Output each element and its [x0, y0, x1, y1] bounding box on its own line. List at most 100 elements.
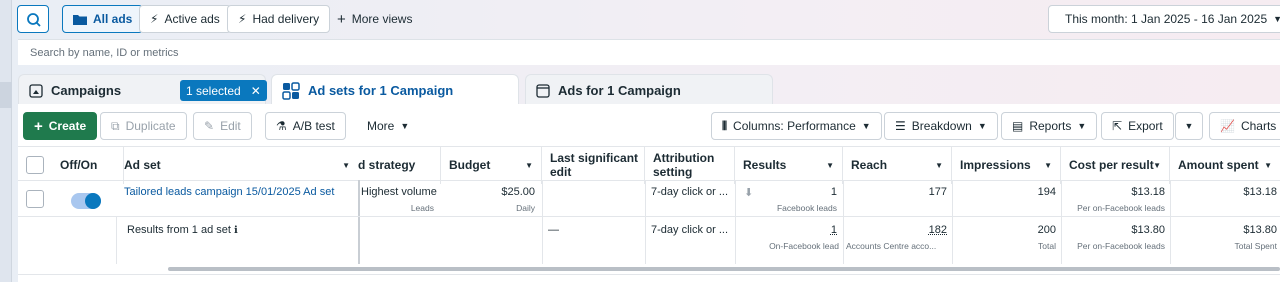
sort-caret-icon: ▼	[1044, 161, 1052, 170]
chevron-down-icon: ▼	[1184, 121, 1194, 131]
toggle-knob	[85, 193, 101, 209]
reach-value: 177	[928, 186, 947, 198]
tab-ad-sets[interactable]: Ad sets for 1 Campaign	[271, 74, 519, 106]
column-header-results[interactable]: Results ▼	[735, 146, 843, 184]
column-header-bid-strategy[interactable]: d strategy	[358, 146, 441, 184]
summary-reach-value: 182	[928, 224, 947, 236]
ad-set-name-link[interactable]: Tailored leads campaign 15/01/2025 Ad se…	[124, 186, 334, 198]
ab-test-button[interactable]: ⚗ A/B test	[265, 112, 346, 140]
sort-caret-icon: ▼	[525, 161, 533, 170]
sort-caret-icon: ▼	[342, 161, 350, 170]
chart-icon: 📈	[1220, 119, 1235, 133]
summary-amount-spent-value: $13.80	[1243, 224, 1277, 236]
column-header-impressions[interactable]: Impressions ▼	[952, 146, 1061, 184]
column-header-off-on[interactable]: Off/On	[52, 146, 124, 184]
budget-header-label: Budget	[449, 158, 491, 172]
sort-caret-icon: ▼	[1153, 161, 1161, 170]
results-value: 1	[830, 186, 837, 198]
column-header-attribution[interactable]: Attribution setting	[645, 146, 735, 184]
more-views-button[interactable]: + More views	[326, 5, 423, 33]
frozen-column-divider	[358, 180, 360, 264]
column-divider	[116, 216, 117, 264]
selected-badge-label: 1 selected	[186, 83, 241, 98]
campaign-folder-icon	[29, 83, 43, 98]
had-delivery-label: Had delivery	[252, 12, 320, 26]
charts-label: Charts	[1240, 119, 1277, 133]
row-border	[18, 216, 1280, 217]
summary-label-text: Results from 1 ad set	[127, 224, 231, 236]
export-label: Export	[1128, 119, 1163, 133]
all-ads-label: All ads	[93, 12, 133, 26]
summary-impressions-sub: Total	[1038, 241, 1056, 251]
export-icon: ⇱	[1112, 119, 1123, 133]
sort-caret-icon: ▼	[826, 161, 834, 170]
active-ads-button[interactable]: ⚡ Active ads	[139, 5, 231, 33]
column-header-ad-set[interactable]: Ad set ▼	[116, 146, 358, 184]
ad-sets-panel: + Create ⧉ Duplicate ✎ Edit ⚗ A/B test M…	[18, 104, 1280, 282]
info-icon[interactable]: ℹ	[234, 225, 238, 236]
tab-ad-sets-label: Ad sets for 1 Campaign	[308, 83, 454, 98]
attribution-header-line1: Attribution	[653, 151, 715, 165]
had-delivery-button[interactable]: ⚡ Had delivery	[227, 5, 331, 33]
row-checkbox[interactable]	[26, 190, 44, 208]
create-label: Create	[48, 119, 87, 133]
active-ads-label: Active ads	[164, 12, 220, 26]
edit-button[interactable]: ✎ Edit	[193, 112, 252, 140]
ad-set-toggle[interactable]	[71, 193, 101, 209]
duplicate-button[interactable]: ⧉ Duplicate	[100, 112, 187, 140]
summary-impressions-value: 200	[1037, 224, 1056, 236]
chevron-down-icon: ▼	[1273, 14, 1280, 24]
breakdown-button[interactable]: ☰ Breakdown ▼	[884, 112, 998, 140]
date-range-label: This month: 1 Jan 2025 - 16 Jan 2025	[1065, 12, 1268, 26]
impressions-header-label: Impressions	[960, 158, 1031, 172]
cost-per-result-value: $13.18	[1131, 186, 1165, 198]
more-views-label: More views	[351, 12, 413, 26]
column-header-reach[interactable]: Reach ▼	[843, 146, 952, 184]
breakdown-icon: ☰	[895, 119, 906, 133]
export-dropdown-button[interactable]: ▼	[1175, 112, 1203, 140]
column-header-budget[interactable]: Budget ▼	[441, 146, 542, 184]
all-ads-button[interactable]: All ads	[62, 5, 144, 33]
summary-label: Results from 1 ad set ℹ	[127, 224, 238, 236]
off-on-header-label: Off/On	[60, 158, 98, 172]
create-button[interactable]: + Create	[23, 112, 98, 140]
select-all-checkbox[interactable]	[26, 156, 44, 174]
search-input[interactable]: Search by name, ID or metrics	[18, 39, 1280, 65]
horizontal-scrollbar[interactable]	[168, 267, 1280, 271]
ab-test-label: A/B test	[292, 119, 335, 133]
close-icon[interactable]: ✕	[251, 84, 261, 98]
summary-attribution: 7-day click or ...	[651, 224, 729, 236]
export-button[interactable]: ⇱ Export	[1101, 112, 1174, 140]
column-header-cost-per-result[interactable]: Cost per result ▼	[1061, 146, 1170, 184]
flask-icon: ⚗	[276, 119, 287, 133]
attribution-value: 7-day click or ...	[651, 186, 729, 198]
tab-campaigns-label: Campaigns	[51, 83, 122, 98]
results-header-label: Results	[743, 158, 787, 172]
reports-button[interactable]: ▤ Reports ▼	[1001, 112, 1098, 140]
search-toggle-button[interactable]	[17, 5, 49, 33]
lightning-icon: ⚡	[238, 12, 247, 26]
columns-button[interactable]: ⫴ Columns: Performance ▼	[711, 112, 882, 140]
date-range-picker[interactable]: This month: 1 Jan 2025 - 16 Jan 2025 ▼	[1048, 5, 1280, 33]
columns-label: Columns: Performance	[733, 119, 856, 133]
summary-amount-spent-sub: Total Spent	[1234, 241, 1277, 251]
breakdown-label: Breakdown	[911, 119, 972, 133]
chevron-down-icon: ▼	[977, 121, 987, 131]
reports-icon: ▤	[1012, 119, 1024, 133]
bid-strategy-value: Highest volume	[361, 186, 437, 198]
search-placeholder: Search by name, ID or metrics	[30, 46, 179, 59]
search-icon	[27, 13, 41, 27]
tab-ads[interactable]: Ads for 1 Campaign	[525, 74, 773, 106]
bid-strategy-sub: Leads	[410, 203, 434, 213]
lightning-icon: ⚡	[150, 12, 159, 26]
plus-icon: +	[34, 117, 43, 135]
more-button[interactable]: More ▼	[356, 112, 421, 140]
chevron-down-icon: ▼	[861, 121, 871, 131]
column-header-amount-spent[interactable]: Amount spent ▼	[1170, 146, 1280, 184]
selected-badge[interactable]: 1 selected ✕	[180, 80, 267, 101]
column-divider	[645, 180, 646, 264]
bid-strategy-header-label: d strategy	[358, 158, 416, 172]
column-header-last-edit[interactable]: Last significant edit	[542, 146, 645, 184]
charts-button[interactable]: 📈 Charts	[1209, 112, 1280, 140]
chevron-down-icon: ▼	[1077, 121, 1087, 131]
